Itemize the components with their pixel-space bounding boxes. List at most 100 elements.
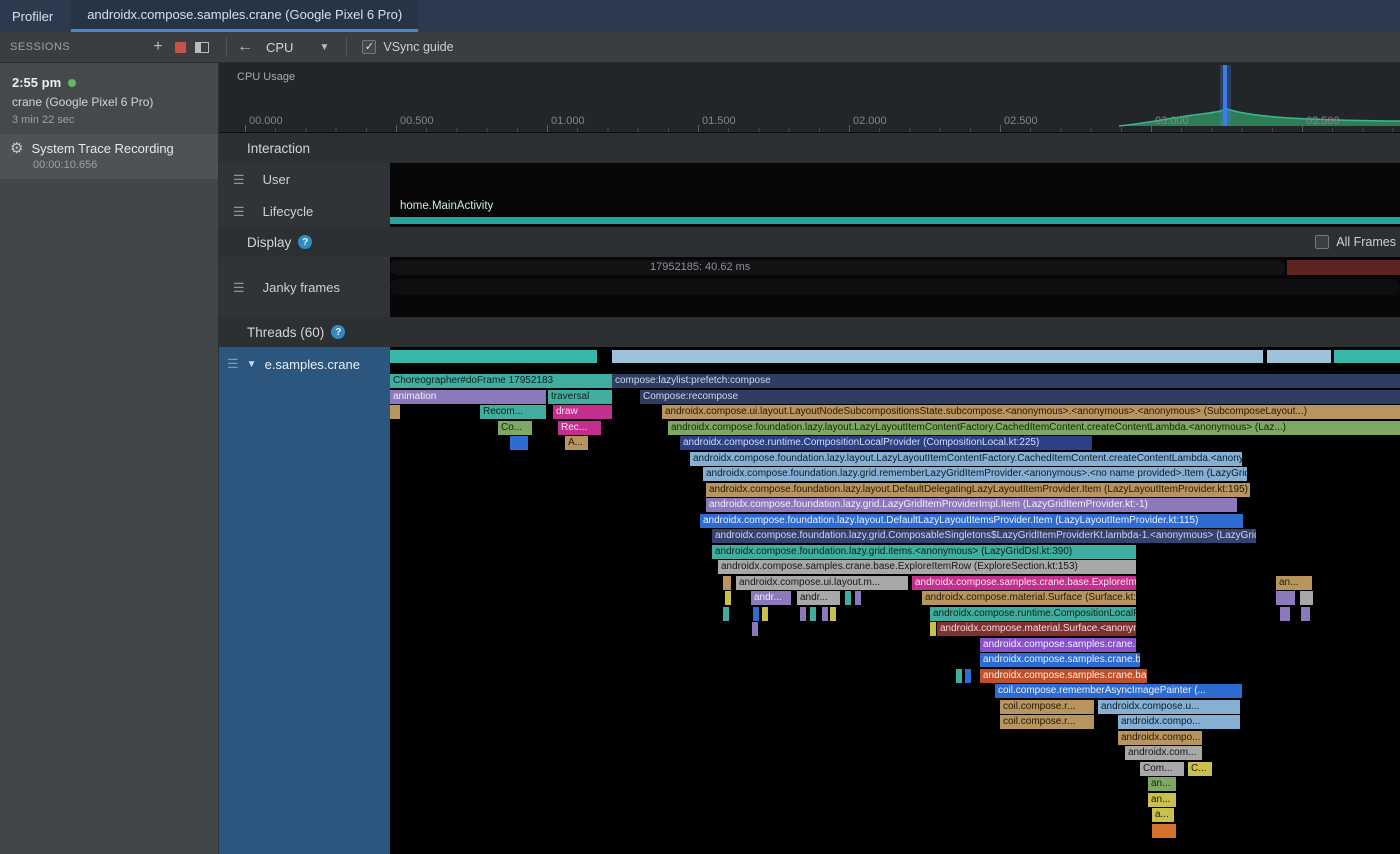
help-icon[interactable]: ? bbox=[331, 325, 345, 339]
flame-bar[interactable]: coil.compose.r... bbox=[1000, 700, 1094, 714]
collapse-thread-icon[interactable]: ▼ bbox=[247, 359, 257, 370]
help-icon[interactable]: ? bbox=[298, 235, 312, 249]
flame-bar[interactable]: androidx.compose.foundation.lazy.layout.… bbox=[690, 452, 1242, 466]
interaction-section-header[interactable]: Interaction bbox=[219, 133, 1400, 163]
all-frames-checkbox[interactable] bbox=[1315, 235, 1329, 249]
flame-bar[interactable]: an... bbox=[1148, 777, 1176, 791]
flame-bar-small[interactable] bbox=[1276, 591, 1295, 605]
flame-bar[interactable]: androidx.compose.samples.crane.base.Expl… bbox=[718, 560, 1136, 574]
flame-bar-small[interactable] bbox=[956, 669, 962, 683]
flame-bar[interactable]: draw bbox=[553, 405, 612, 419]
flame-bar-small[interactable] bbox=[762, 607, 768, 621]
flame-bar[interactable]: androidx.compose.samples.crane.base.Expl… bbox=[980, 638, 1136, 652]
flame-bar[interactable]: androidx.compo... bbox=[1118, 731, 1202, 745]
frame-bar-secondary[interactable] bbox=[390, 279, 1400, 295]
drag-handle-icon[interactable]: ☰ bbox=[227, 357, 239, 370]
flame-bar-small[interactable] bbox=[810, 607, 816, 621]
flame-bar[interactable]: androidx.compose.runtime.CompositionLoca… bbox=[930, 607, 1136, 621]
session-entry[interactable]: 2:55 pm crane (Google Pixel 6 Pro) 3 min… bbox=[0, 63, 218, 134]
collapse-panel-button[interactable] bbox=[191, 36, 213, 58]
flame-bar-small[interactable] bbox=[510, 436, 528, 450]
flame-bar[interactable]: androidx.compose.u... bbox=[1098, 700, 1240, 714]
flame-bar[interactable]: an... bbox=[1276, 576, 1312, 590]
flame-bar-small[interactable] bbox=[845, 591, 851, 605]
flame-bar-small[interactable] bbox=[855, 591, 861, 605]
thread-label-panel[interactable]: ☰ ▼ e.samples.crane bbox=[219, 347, 390, 854]
flame-bar[interactable]: an... bbox=[1148, 793, 1176, 807]
flame-bar[interactable]: androidx.compose.foundation.lazy.layout.… bbox=[706, 483, 1250, 497]
all-frames-toggle[interactable]: All Frames bbox=[1315, 235, 1400, 249]
janky-frame-segment[interactable] bbox=[1287, 260, 1400, 275]
flame-bar-small[interactable] bbox=[965, 669, 971, 683]
back-button[interactable]: ← bbox=[234, 36, 256, 58]
lifecycle-track-label[interactable]: ☰ Lifecycle bbox=[219, 195, 390, 227]
flame-bar[interactable]: a... bbox=[1152, 808, 1174, 822]
flame-bar[interactable]: androidx.compose.foundation.lazy.grid.Co… bbox=[712, 529, 1256, 543]
flame-bar[interactable]: androidx.compose.foundation.lazy.layout.… bbox=[668, 421, 1400, 435]
lifecycle-track-timeline[interactable]: home.MainActivity bbox=[390, 195, 1400, 227]
flame-bar-small[interactable] bbox=[390, 350, 597, 363]
flame-bar-small[interactable] bbox=[1267, 350, 1331, 363]
flame-bar[interactable]: androidx.compose.samples.crane.base.Expl… bbox=[912, 576, 1136, 590]
flame-bar[interactable]: androidx.compose.ui.layout.LayoutNodeSub… bbox=[662, 405, 1400, 419]
drag-handle-icon[interactable]: ☰ bbox=[233, 173, 245, 186]
flame-bar-small[interactable] bbox=[1334, 350, 1400, 363]
flame-bar[interactable]: androidx.compose.foundation.lazy.layout.… bbox=[700, 514, 1243, 528]
flame-bar[interactable]: Co... bbox=[498, 421, 532, 435]
flame-bar-small[interactable] bbox=[723, 576, 731, 590]
cpu-usage-track[interactable]: CPU Usage 00.00000.50001.00001.50002.000… bbox=[219, 63, 1400, 133]
activity-lifecycle-bar[interactable] bbox=[390, 217, 1400, 224]
trace-recording-item[interactable]: ⚙ System Trace Recording 00:00:10.656 bbox=[0, 134, 218, 179]
flame-bar[interactable]: androidx.compose.foundation.lazy.grid.re… bbox=[703, 467, 1247, 481]
flame-bar[interactable]: androidx.compo... bbox=[1118, 715, 1240, 729]
flame-bar-small[interactable] bbox=[390, 405, 400, 419]
flame-bar-small[interactable] bbox=[753, 607, 759, 621]
flame-bar-small[interactable] bbox=[800, 607, 806, 621]
threads-section-header[interactable]: Threads (60) ? bbox=[219, 317, 1400, 347]
flame-chart[interactable]: Choreographer#doFrame 17952183compose:la… bbox=[390, 347, 1400, 854]
frame-bar[interactable] bbox=[390, 260, 1285, 275]
drag-handle-icon[interactable]: ☰ bbox=[233, 281, 245, 294]
flame-bar[interactable]: androidx.compose.material.Surface (Surfa… bbox=[922, 591, 1136, 605]
flame-bar[interactable]: androidx.compose.foundation.lazy.grid.it… bbox=[712, 545, 1136, 559]
flame-bar-small[interactable] bbox=[1301, 607, 1310, 621]
flame-bar-small[interactable] bbox=[822, 607, 828, 621]
drag-handle-icon[interactable]: ☰ bbox=[233, 205, 245, 218]
flame-bar[interactable]: coil.compose.r... bbox=[1000, 715, 1094, 729]
flame-bar[interactable]: animation bbox=[390, 390, 546, 404]
flame-bar[interactable]: Rec... bbox=[558, 421, 601, 435]
stop-recording-button[interactable] bbox=[169, 36, 191, 58]
flame-bar-small[interactable] bbox=[725, 591, 731, 605]
display-section-header[interactable]: Display ? All Frames bbox=[219, 227, 1400, 257]
flame-bar[interactable]: androidx.compose.runtime.CompositionLoca… bbox=[680, 436, 1092, 450]
flame-bar-small[interactable] bbox=[1280, 607, 1290, 621]
flame-bar-small[interactable] bbox=[1300, 591, 1313, 605]
vsync-checkbox[interactable]: ✓ bbox=[362, 40, 376, 54]
flame-bar[interactable]: Com... bbox=[1140, 762, 1184, 776]
flame-bar-small[interactable] bbox=[723, 607, 729, 621]
flame-bar[interactable]: A... bbox=[565, 436, 588, 450]
flame-bar[interactable]: andr... bbox=[797, 591, 840, 605]
flame-bar[interactable]: androidx.com... bbox=[1125, 746, 1202, 760]
flame-bar[interactable]: androidx.compose.foundation.lazy.grid.La… bbox=[706, 498, 1237, 512]
flame-bar[interactable]: compose:lazylist:prefetch:compose bbox=[612, 374, 1400, 388]
flame-bar[interactable]: coil.compose.rememberAsyncImagePainter (… bbox=[995, 684, 1242, 698]
tab-session[interactable]: androidx.compose.samples.crane (Google P… bbox=[71, 0, 418, 32]
flame-bar[interactable]: andr... bbox=[751, 591, 791, 605]
flame-bar[interactable]: androidx.compose.samples.crane.base.Expl… bbox=[980, 669, 1147, 683]
flame-bar-small[interactable] bbox=[830, 607, 836, 621]
flame-bar[interactable]: androidx.compose.ui.layout.m... bbox=[736, 576, 908, 590]
flame-bar[interactable]: Choreographer#doFrame 17952183 bbox=[390, 374, 612, 388]
vsync-guide-toggle[interactable]: ✓ VSync guide bbox=[362, 40, 453, 54]
capture-type-dropdown[interactable]: CPU ▼ bbox=[256, 37, 339, 58]
flame-bar-small[interactable] bbox=[930, 622, 936, 636]
flame-bar[interactable]: C... bbox=[1188, 762, 1212, 776]
user-track-label[interactable]: ☰ User bbox=[219, 163, 390, 195]
flame-bar-small[interactable] bbox=[612, 350, 1263, 363]
user-track-timeline[interactable] bbox=[390, 163, 1400, 195]
flame-bar[interactable]: Recom... bbox=[480, 405, 546, 419]
janky-frames-timeline[interactable]: 17952185: 40.62 ms bbox=[390, 257, 1400, 317]
flame-bar[interactable]: androidx.compose.samples.crane.base.Expl… bbox=[980, 653, 1140, 667]
flame-bar[interactable]: traversal bbox=[548, 390, 612, 404]
janky-frames-label[interactable]: ☰ Janky frames bbox=[219, 257, 390, 317]
